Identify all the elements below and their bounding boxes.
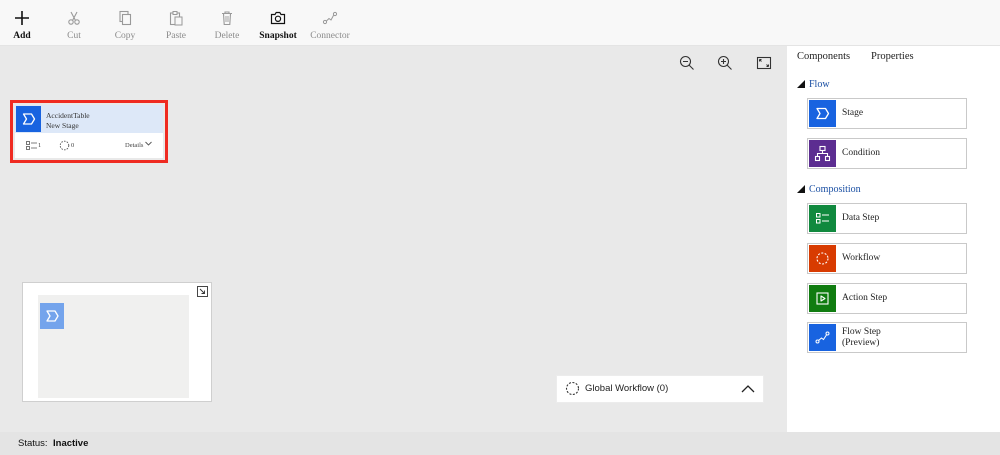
details-toggle[interactable]: Details	[125, 141, 152, 149]
cut-label: Cut	[67, 31, 81, 41]
copy-label: Copy	[114, 31, 136, 41]
paste-icon	[169, 11, 183, 26]
component-data-step[interactable]: Data Step	[807, 203, 967, 234]
component-label: Stage	[842, 108, 864, 118]
snapshot-button[interactable]: Snapshot	[250, 10, 306, 41]
collapse-minimap-icon[interactable]	[197, 286, 208, 297]
stage-icon	[16, 106, 41, 132]
component-label: Condition	[842, 148, 881, 158]
component-label: Action Step	[842, 293, 888, 303]
condition-icon	[809, 140, 836, 167]
section-flow-title: Flow	[809, 79, 830, 90]
component-label: Flow Step	[842, 327, 881, 337]
plus-icon	[15, 11, 29, 25]
workflow-icon	[565, 381, 580, 396]
component-label: Workflow	[842, 253, 881, 263]
component-label: Data Step	[842, 213, 880, 223]
component-workflow[interactable]: Workflow	[807, 243, 967, 274]
stage-header[interactable]: AccidentTable New Stage	[15, 105, 163, 133]
section-flow[interactable]: Flow	[797, 79, 830, 90]
scissors-icon	[68, 11, 80, 25]
stage-name: AccidentTable	[46, 111, 90, 120]
tab-components[interactable]: Components	[797, 51, 850, 62]
chevron-up-icon[interactable]	[741, 384, 755, 393]
status-label: Status:	[18, 438, 48, 449]
minimap[interactable]	[22, 282, 212, 402]
stage-subtitle: New Stage	[46, 120, 79, 130]
component-stage[interactable]: Stage	[807, 98, 967, 129]
action-step-icon	[809, 285, 836, 312]
workflow-count: 0	[71, 142, 75, 149]
delete-label: Delete	[214, 31, 240, 41]
camera-icon	[270, 11, 286, 25]
steps-count: 1	[38, 142, 42, 149]
global-workflow-bar[interactable]: Global Workflow (0)	[556, 375, 764, 403]
status-value: Inactive	[53, 438, 89, 449]
zoom-out-button[interactable]	[678, 54, 696, 72]
details-label: Details	[125, 142, 144, 149]
minimap-viewport	[38, 295, 189, 398]
flow-step-icon	[809, 324, 836, 351]
connector-icon	[322, 11, 338, 25]
connector-label: Connector	[310, 31, 350, 41]
add-button[interactable]: Add	[0, 10, 50, 41]
steps-icon	[26, 141, 37, 150]
cut-button[interactable]: Cut	[46, 10, 102, 41]
section-composition[interactable]: Composition	[797, 184, 861, 195]
paste-button[interactable]: Paste	[148, 10, 204, 41]
component-label-preview: (Preview)	[842, 338, 880, 348]
copy-button[interactable]: Copy	[97, 10, 153, 41]
section-composition-title: Composition	[809, 184, 861, 195]
stage-footer: 1 0 Details	[15, 137, 163, 155]
toolbar: Add Cut Copy Paste Delete Snapshot Conne…	[0, 0, 1000, 46]
workflow-icon	[809, 245, 836, 272]
tab-properties[interactable]: Properties	[871, 51, 914, 62]
zoom-in-button[interactable]	[716, 54, 734, 72]
paste-label: Paste	[165, 31, 187, 41]
zoom-in-icon	[717, 55, 732, 70]
collapse-triangle-icon	[797, 185, 805, 193]
stage-card[interactable]: AccidentTable New Stage 1 0 Details	[15, 105, 163, 158]
workflow-count-icon	[59, 140, 70, 151]
status-bar: Status: Inactive	[0, 432, 1000, 455]
component-flow-step[interactable]: Flow Step (Preview)	[807, 322, 967, 353]
component-action-step[interactable]: Action Step	[807, 283, 967, 314]
fit-screen-icon	[756, 56, 772, 70]
snapshot-label: Snapshot	[259, 31, 297, 41]
data-step-icon	[809, 205, 836, 232]
collapse-triangle-icon	[797, 80, 805, 88]
global-workflow-label: Global Workflow (0)	[585, 383, 669, 394]
stage-icon	[809, 100, 836, 127]
chevron-down-icon	[145, 141, 152, 146]
connector-button[interactable]: Connector	[302, 10, 358, 41]
zoom-out-icon	[679, 55, 694, 70]
delete-button[interactable]: Delete	[199, 10, 255, 41]
copy-icon	[119, 10, 132, 26]
trash-icon	[222, 11, 232, 26]
minimap-stage-icon	[40, 303, 64, 329]
fit-to-screen-button[interactable]	[755, 54, 773, 72]
add-label: Add	[13, 31, 31, 41]
component-condition[interactable]: Condition	[807, 138, 967, 169]
